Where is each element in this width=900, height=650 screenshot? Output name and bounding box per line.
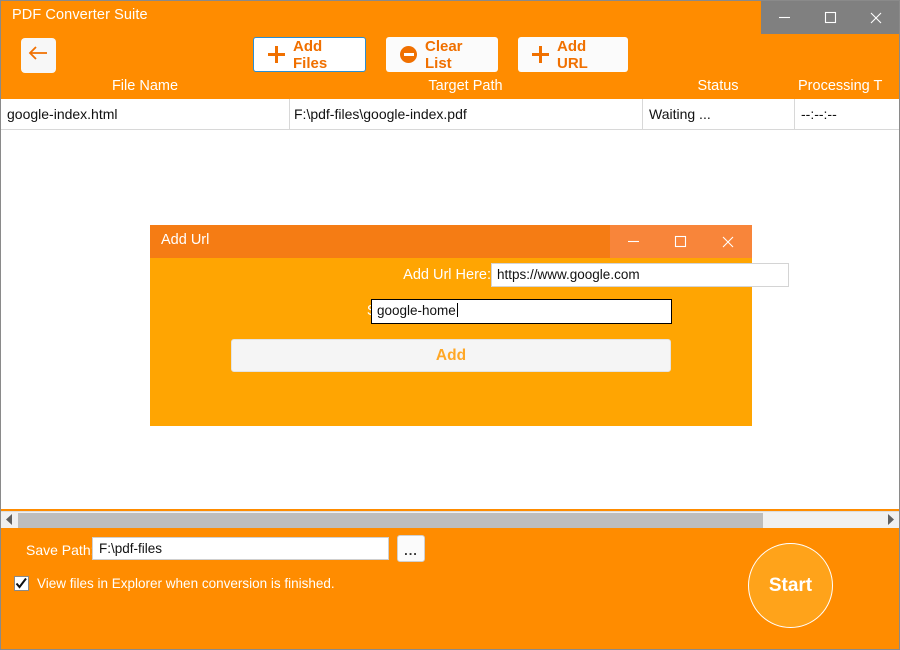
column-divider	[794, 99, 795, 129]
cell-target-path: F:\pdf-files\google-index.pdf	[294, 106, 634, 122]
scroll-right-button[interactable]	[882, 512, 899, 529]
add-url-button[interactable]: Add URL	[518, 37, 628, 72]
column-divider	[289, 99, 290, 129]
check-icon	[15, 577, 28, 590]
dialog-titlebar: Add Url	[150, 225, 752, 258]
add-files-label: Add Files	[293, 38, 351, 72]
add-url-dialog: Add Url Add Url Here: https://www.google…	[150, 225, 752, 426]
dialog-add-button[interactable]: Add	[231, 339, 671, 372]
dialog-title: Add Url	[161, 232, 209, 248]
plus-icon	[268, 46, 285, 63]
window-title: PDF Converter Suite	[12, 7, 148, 23]
dialog-minimize-button[interactable]	[610, 225, 657, 258]
dialog-close-button[interactable]	[705, 225, 752, 258]
column-header-processing-time[interactable]: Processing T	[794, 78, 900, 94]
window-controls	[761, 1, 899, 34]
cell-status: Waiting ...	[649, 106, 789, 122]
plus-icon	[532, 46, 549, 63]
minimize-button[interactable]	[761, 1, 807, 34]
view-in-explorer-label: View files in Explorer when conversion i…	[37, 576, 335, 591]
table-row[interactable]: google-index.html F:\pdf-files\google-in…	[1, 99, 899, 130]
add-url-input[interactable]: https://www.google.com	[491, 263, 789, 287]
add-url-label: Add Url Here:	[280, 267, 491, 283]
dialog-maximize-button[interactable]	[657, 225, 704, 258]
toolbar: Add Files Clear List Add URL	[1, 34, 899, 76]
file-table-header: File Name Target Path Status Processing …	[1, 76, 899, 99]
dialog-window-controls	[610, 225, 752, 258]
browse-button[interactable]: ...	[397, 535, 425, 562]
view-in-explorer-checkbox-row[interactable]: View files in Explorer when conversion i…	[14, 576, 335, 591]
bottom-panel: Save Path: F:\pdf-files ... View files i…	[1, 528, 899, 649]
save-path-label: Save Path:	[26, 542, 95, 558]
cell-file-name: google-index.html	[7, 106, 282, 122]
back-button[interactable]	[21, 38, 56, 73]
maximize-button[interactable]	[807, 1, 853, 34]
add-files-button[interactable]: Add Files	[253, 37, 366, 72]
scroll-left-button[interactable]	[1, 512, 18, 529]
column-divider	[642, 99, 643, 129]
arrow-left-icon	[28, 45, 50, 66]
column-header-file-name[interactable]: File Name	[1, 78, 289, 94]
saving-pdf-name-value: google-home	[377, 303, 456, 318]
add-url-label: Add URL	[557, 38, 614, 72]
horizontal-scrollbar[interactable]	[1, 511, 899, 529]
minus-circle-icon	[400, 46, 417, 63]
window-titlebar: PDF Converter Suite	[1, 1, 899, 34]
save-path-input[interactable]: F:\pdf-files	[92, 537, 389, 560]
column-header-target-path[interactable]: Target Path	[289, 78, 642, 94]
chevron-right-icon	[886, 512, 895, 530]
cell-processing-time: --:--:--	[801, 106, 899, 122]
text-cursor	[457, 303, 458, 317]
scrollbar-thumb[interactable]	[18, 513, 763, 528]
app-window: PDF Converter Suite Add Fil	[0, 0, 900, 650]
view-in-explorer-checkbox[interactable]	[14, 576, 29, 591]
close-button[interactable]	[853, 1, 899, 34]
clear-list-label: Clear List	[425, 38, 484, 72]
column-header-status[interactable]: Status	[642, 78, 794, 94]
saving-pdf-name-input[interactable]: google-home	[371, 299, 672, 324]
start-button[interactable]: Start	[748, 543, 833, 628]
clear-list-button[interactable]: Clear List	[386, 37, 498, 72]
chevron-left-icon	[5, 512, 14, 530]
